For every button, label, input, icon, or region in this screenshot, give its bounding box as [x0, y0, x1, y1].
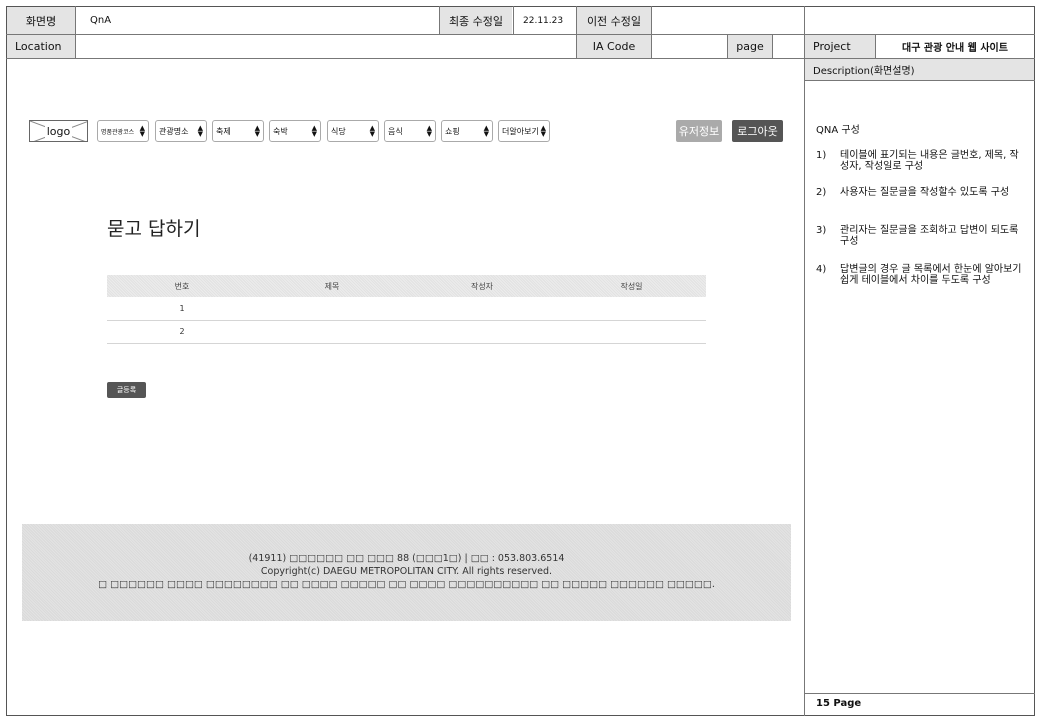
grid-line: [875, 35, 876, 59]
project-label: Project: [805, 35, 875, 58]
page-value: [773, 35, 803, 58]
cell-number: 2: [107, 320, 257, 344]
cell-title[interactable]: [257, 320, 407, 344]
item-number: 2): [816, 187, 827, 198]
select-restaurant[interactable]: 식당 ▲ ▼: [327, 120, 379, 142]
description-title: QNA 구성: [816, 125, 860, 136]
cell-number: 1: [107, 297, 257, 321]
page-label: page: [728, 35, 772, 58]
select-lodging[interactable]: 숙박 ▲ ▼: [269, 120, 321, 142]
description-item: 4) 답변글의 경우 글 목록에서 한눈에 알아보기 쉽게 테이블에서 차이를 …: [816, 264, 1022, 286]
project-name: 대구 관광 안내 웹 사이트: [902, 43, 1008, 54]
chevron-updown-icon: ▲ ▼: [311, 124, 317, 138]
grid-line: [576, 6, 577, 59]
cell-author: [407, 320, 557, 344]
chevron-updown-icon: ▲ ▼: [426, 124, 432, 138]
description-item: 2) 사용자는 질문글을 작성할수 있도록 구성: [816, 187, 1022, 198]
item-text: 사용자는 질문글을 작성할수 있도록 구성: [840, 187, 1010, 198]
grid-line: [75, 6, 76, 59]
screen-name-label: 화면명: [7, 7, 75, 34]
select-attractions[interactable]: 관광명소 ▲ ▼: [155, 120, 207, 142]
page-title: 묻고 답하기: [107, 218, 201, 240]
item-text: 답변글의 경우 글 목록에서 한눈에 알아보기 쉽게 테이블에서 차이를 두도록…: [840, 264, 1022, 286]
chevron-updown-icon: ▲ ▼: [369, 124, 375, 138]
select-course[interactable]: 명품관광코스 ▲ ▼: [97, 120, 149, 142]
select-festival[interactable]: 축제 ▲ ▼: [212, 120, 264, 142]
ia-code-label: IA Code: [577, 35, 651, 58]
table-header-row: 번호 제목 작성자 작성일: [107, 275, 706, 297]
select-label: 음식: [388, 126, 403, 136]
select-label: 더알아보기: [502, 126, 539, 136]
select-label: 명품관광코스: [101, 128, 135, 136]
cell-author: [407, 297, 557, 321]
cell-title[interactable]: [257, 297, 407, 321]
select-shopping[interactable]: 쇼핑 ▲ ▼: [441, 120, 493, 142]
footer-notice: □ □□□□□□ □□□□ □□□□□□□□ □□ □□□□ □□□□□ □□ …: [98, 579, 715, 590]
ia-code-value: [652, 35, 727, 58]
chevron-updown-icon: ▲ ▼: [197, 124, 203, 138]
select-more[interactable]: 더알아보기 ▲ ▼: [498, 120, 550, 142]
footer-copyright: Copyright(c) DAEGU METROPOLITAN CITY. Al…: [260, 566, 553, 577]
item-number: 4): [816, 264, 827, 275]
logo-text: logo: [44, 124, 73, 138]
grid-line: [772, 35, 773, 59]
prev-modified-value: [652, 7, 802, 34]
location-value: [76, 35, 576, 58]
select-label: 축제: [216, 126, 231, 136]
item-number: 3): [816, 225, 827, 236]
table-row[interactable]: 2: [107, 320, 706, 344]
last-modified-value: 22.11.23: [523, 15, 564, 26]
screen-name-value: QnA: [90, 15, 112, 26]
grid-line: [6, 58, 1035, 59]
select-food[interactable]: 음식 ▲ ▼: [384, 120, 436, 142]
location-label: Location: [7, 35, 75, 58]
select-label: 쇼핑: [445, 126, 460, 136]
logout-button[interactable]: 로그아웃: [732, 120, 783, 142]
user-info-button[interactable]: 유저정보: [676, 120, 722, 142]
grid-line: [804, 6, 805, 716]
column-header-number: 번호: [107, 275, 257, 297]
chevron-updown-icon: ▲ ▼: [483, 124, 489, 138]
grid-line: [804, 693, 1035, 694]
grid-line: [513, 6, 514, 35]
write-post-button[interactable]: 글등록: [107, 382, 146, 398]
select-label: 숙박: [273, 126, 288, 136]
description-item: 1) 테이블에 표기되는 내용은 글번호, 제목, 작성자, 작성일로 구성: [816, 150, 1022, 172]
logo-placeholder[interactable]: logo: [29, 120, 88, 142]
description-header: Description(화면설명): [805, 59, 1034, 80]
select-label: 관광명소: [159, 126, 189, 136]
item-text: 테이블에 표기되는 내용은 글번호, 제목, 작성자, 작성일로 구성: [840, 150, 1019, 172]
footer-address: (41911) □□□□□□ □□ □□□ 88 (□□□1□) | □□ : …: [248, 553, 565, 564]
grid-line: [439, 6, 440, 35]
description-item: 3) 관리자는 질문글을 조회하고 답변이 되도록 구성: [816, 225, 1022, 247]
prev-modified-label: 이전 수정일: [577, 7, 651, 34]
chevron-updown-icon: ▲ ▼: [254, 124, 260, 138]
select-label: 식당: [331, 126, 346, 136]
qna-table: 번호 제목 작성자 작성일 1 2: [107, 275, 706, 344]
chevron-updown-icon: ▲ ▼: [540, 124, 546, 138]
grid-line: [651, 6, 652, 59]
table-row[interactable]: 1: [107, 297, 706, 321]
last-modified-label: 최종 수정일: [440, 7, 512, 34]
site-footer: (41911) □□□□□□ □□ □□□ 88 (□□□1□) | □□ : …: [22, 524, 791, 621]
page-number-footer: 15 Page: [816, 698, 862, 709]
grid-line: [727, 35, 728, 59]
column-header-date: 작성일: [557, 275, 706, 297]
cell-date: [557, 320, 706, 344]
chevron-updown-icon: ▲ ▼: [139, 124, 145, 138]
column-header-author: 작성자: [407, 275, 557, 297]
column-header-title: 제목: [257, 275, 407, 297]
grid-line: [804, 80, 1035, 81]
item-number: 1): [816, 150, 827, 161]
grid-line: [6, 34, 1035, 35]
item-text: 관리자는 질문글을 조회하고 답변이 되도록 구성: [840, 225, 1019, 247]
cell-date: [557, 297, 706, 321]
